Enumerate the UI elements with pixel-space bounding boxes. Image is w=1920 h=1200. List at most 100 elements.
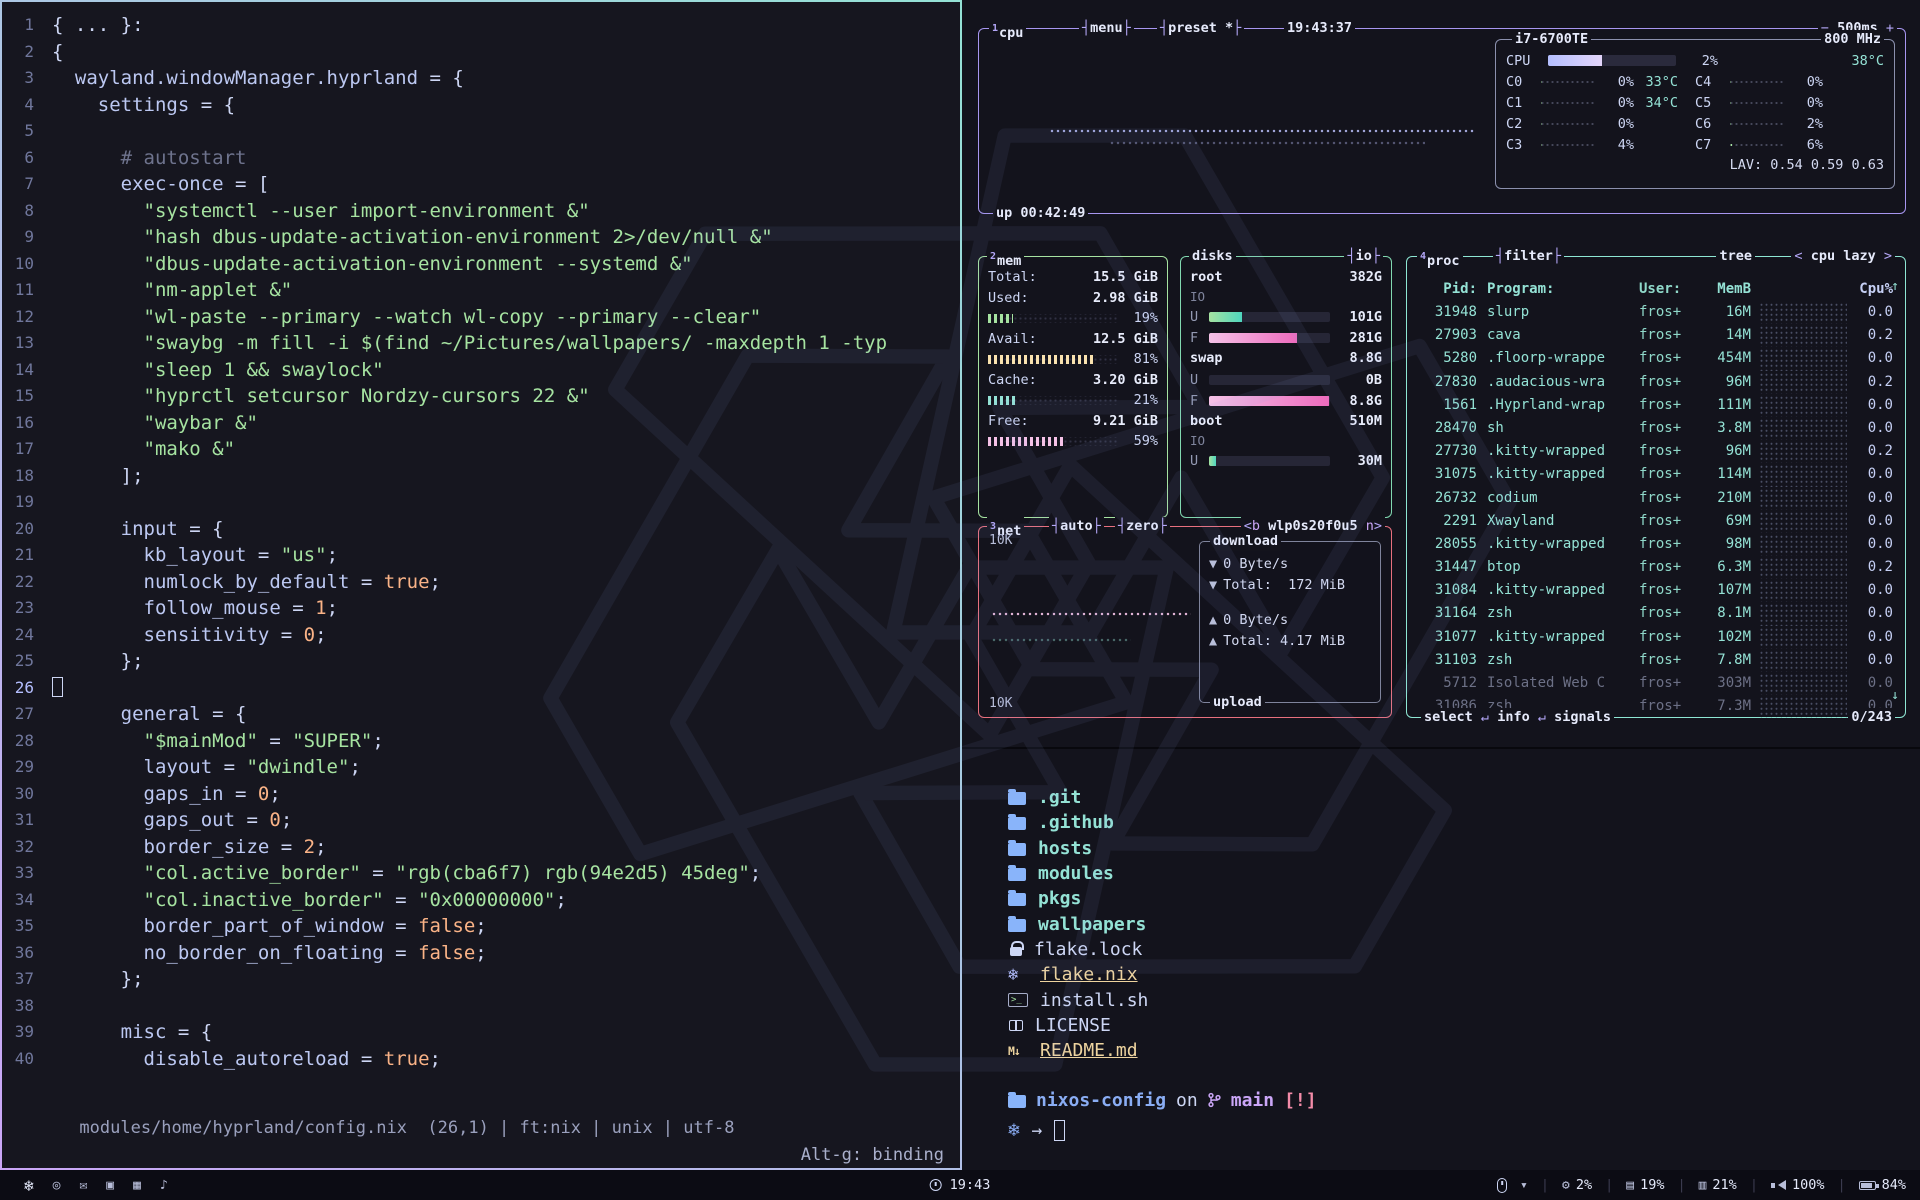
tray-expand-icon[interactable]: ▾ xyxy=(1520,1178,1528,1193)
waybar-battery-module[interactable]: 84% xyxy=(1859,1177,1906,1193)
process-row[interactable]: 27830.audacious-wrafros+96M0.2 xyxy=(1419,371,1893,394)
editor-line[interactable]: 6 # autostart xyxy=(2,145,960,172)
waybar-memory-module[interactable]: ▤19% xyxy=(1626,1177,1664,1193)
process-row[interactable]: 31447btopfros+6.3M0.2 xyxy=(1419,556,1893,579)
editor-line[interactable]: 5 xyxy=(2,118,960,145)
proc-sort-control[interactable]: < cpu lazy > xyxy=(1791,247,1895,266)
editor-line[interactable]: 18 ]; xyxy=(2,463,960,490)
signals-button[interactable]: signals xyxy=(1554,709,1611,725)
process-row[interactable]: 31077.kitty-wrappedfros+102M0.0 xyxy=(1419,626,1893,649)
editor-line[interactable]: 35 border_part_of_window = false; xyxy=(2,913,960,940)
process-row[interactable]: 26732codiumfros+210M0.0 xyxy=(1419,487,1893,510)
disks-io-toggle[interactable]: ┤io├ xyxy=(1344,247,1383,266)
editor-line[interactable]: 30 gaps_in = 0; xyxy=(2,781,960,808)
process-row[interactable]: 28055.kitty-wrappedfros+98M0.0 xyxy=(1419,533,1893,556)
preset-button[interactable]: ┤preset *├ xyxy=(1157,19,1244,38)
file-row[interactable]: pkgs xyxy=(1008,886,1920,911)
sort-prev-button[interactable]: < xyxy=(1794,248,1802,264)
process-row[interactable]: 5280.floorp-wrappefros+454M0.0 xyxy=(1419,347,1893,370)
editor-line[interactable]: 28 "$mainMod" = "SUPER"; xyxy=(2,728,960,755)
btop-window[interactable]: 1cpu ┤menu├ ┤preset *├ 19:43:37 − 500ms … xyxy=(962,0,1920,747)
process-row[interactable]: 31103zshfros+7.8M0.0 xyxy=(1419,649,1893,672)
nixos-logo-icon[interactable]: ❄ xyxy=(24,1176,34,1195)
header-pid[interactable]: Pid: xyxy=(1419,277,1477,301)
editor-line[interactable]: 39 misc = { xyxy=(2,1019,960,1046)
disks-box-tab[interactable]: disks xyxy=(1189,247,1236,266)
process-row[interactable]: 1561.Hyprland-wrapfros+111M0.0 xyxy=(1419,394,1893,417)
editor-line[interactable]: 4 settings = { xyxy=(2,92,960,119)
waybar-volume-module[interactable]: 100% xyxy=(1771,1177,1825,1193)
editor-line[interactable]: 20 input = { xyxy=(2,516,960,543)
waybar-cpu-module[interactable]: ⚙2% xyxy=(1562,1177,1592,1193)
editor-line[interactable]: 15 "hyprctl setcursor Nordzy-cursors 22 … xyxy=(2,383,960,410)
process-row[interactable]: 31164zshfros+8.1M0.0 xyxy=(1419,602,1893,625)
editor-line[interactable]: 23 follow_mouse = 1; xyxy=(2,595,960,622)
editor-line[interactable]: 27 general = { xyxy=(2,701,960,728)
file-row[interactable]: ❄flake.nix xyxy=(1008,962,1920,987)
editor-line[interactable]: 8 "systemctl --user import-environment &… xyxy=(2,198,960,225)
header-program[interactable]: Program: xyxy=(1487,277,1639,301)
terminal-window[interactable]: .git.githubhostsmodulespkgswallpapersfla… xyxy=(962,747,1920,1170)
info-button[interactable]: info xyxy=(1497,709,1530,725)
net-zero-button[interactable]: ┤zero├ xyxy=(1115,517,1170,536)
process-row[interactable]: 27903cavafros+14M0.2 xyxy=(1419,324,1893,347)
file-row[interactable]: .git xyxy=(1008,785,1920,810)
process-table-header[interactable]: Pid: Program: User: MemB Cpu% xyxy=(1419,277,1893,301)
editor-line[interactable]: 9 "hash dbus-update-activation-environme… xyxy=(2,224,960,251)
editor-line[interactable]: 16 "waybar &" xyxy=(2,410,960,437)
editor-line[interactable]: 33 "col.active_border" = "rgb(cba6f7) rg… xyxy=(2,860,960,887)
process-row[interactable]: 28470shfros+3.8M0.0 xyxy=(1419,417,1893,440)
editor-line[interactable]: 13 "swaybg -m fill -i $(find ~/Pictures/… xyxy=(2,330,960,357)
editor-line[interactable]: 22 numlock_by_default = true; xyxy=(2,569,960,596)
file-row[interactable]: M↓README.md xyxy=(1008,1038,1920,1063)
header-memb[interactable]: MemB xyxy=(1699,277,1751,301)
display-icon[interactable]: ▣ xyxy=(106,1178,114,1193)
chat-icon[interactable]: ✉ xyxy=(79,1178,87,1193)
waybar-clock[interactable]: 19:43 xyxy=(930,1170,991,1200)
editor-line[interactable]: 26 xyxy=(2,675,960,702)
editor-line[interactable]: 38 xyxy=(2,993,960,1020)
editor-line[interactable]: 19 xyxy=(2,489,960,516)
music-icon[interactable]: ♪ xyxy=(160,1178,168,1193)
editor-line[interactable]: 36 no_border_on_floating = false; xyxy=(2,940,960,967)
power-icon[interactable]: ◎ xyxy=(53,1178,61,1193)
process-row[interactable]: 31084.kitty-wrappedfros+107M0.0 xyxy=(1419,579,1893,602)
editor-line[interactable]: 10 "dbus-update-activation-environment -… xyxy=(2,251,960,278)
select-button[interactable]: select xyxy=(1424,709,1473,725)
scroll-down-icon[interactable]: ↓ xyxy=(1891,688,1899,703)
editor-buffer[interactable]: 1{ ... }:2{3 wayland.windowManager.hyprl… xyxy=(2,2,960,1072)
editor-line[interactable]: 40 disable_autoreload = true; xyxy=(2,1046,960,1073)
editor-line[interactable]: 37 }; xyxy=(2,966,960,993)
file-row[interactable]: flake.lock xyxy=(1008,937,1920,962)
process-row[interactable]: 31948slurpfros+16M0.0 xyxy=(1419,301,1893,324)
editor-line[interactable]: 2{ xyxy=(2,39,960,66)
editor-line[interactable]: 14 "sleep 1 && swaylock" xyxy=(2,357,960,384)
file-row[interactable]: hosts xyxy=(1008,836,1920,861)
editor-line[interactable]: 31 gaps_out = 0; xyxy=(2,807,960,834)
sort-next-button[interactable]: > xyxy=(1884,248,1892,264)
editor-line[interactable]: 25 }; xyxy=(2,648,960,675)
process-row[interactable]: 27730.kitty-wrappedfros+96M0.2 xyxy=(1419,440,1893,463)
file-row[interactable]: >_install.sh xyxy=(1008,987,1920,1012)
editor-line[interactable]: 21 kb_layout = "us"; xyxy=(2,542,960,569)
scroll-up-icon[interactable]: ↑ xyxy=(1891,279,1899,294)
editor-line[interactable]: 29 layout = "dwindle"; xyxy=(2,754,960,781)
editor-line[interactable]: 24 sensitivity = 0; xyxy=(2,622,960,649)
proc-filter-button[interactable]: ┤filter├ xyxy=(1493,247,1564,266)
editor-line[interactable]: 7 exec-once = [ xyxy=(2,171,960,198)
editor-line[interactable]: 17 "mako &" xyxy=(2,436,960,463)
tray-mouse-icon[interactable] xyxy=(1497,1178,1507,1193)
file-row[interactable]: .github xyxy=(1008,810,1920,835)
process-row[interactable]: 31075.kitty-wrappedfros+114M0.0 xyxy=(1419,463,1893,486)
editor-line[interactable]: 32 border_size = 2; xyxy=(2,834,960,861)
editor-line[interactable]: 11 "nm-applet &" xyxy=(2,277,960,304)
mem-box-tab[interactable]: 2mem xyxy=(987,247,1024,271)
file-row[interactable]: modules xyxy=(1008,861,1920,886)
keyboard-icon[interactable]: ▦ xyxy=(133,1178,141,1193)
waybar-disk-module[interactable]: ▥21% xyxy=(1699,1177,1737,1193)
header-user[interactable]: User: xyxy=(1639,277,1699,301)
editor-window[interactable]: 1{ ... }:2{3 wayland.windowManager.hyprl… xyxy=(0,0,962,1170)
file-row[interactable]: wallpapers xyxy=(1008,911,1920,936)
menu-button[interactable]: ┤menu├ xyxy=(1079,19,1134,38)
file-row[interactable]: LICENSE xyxy=(1008,1013,1920,1038)
